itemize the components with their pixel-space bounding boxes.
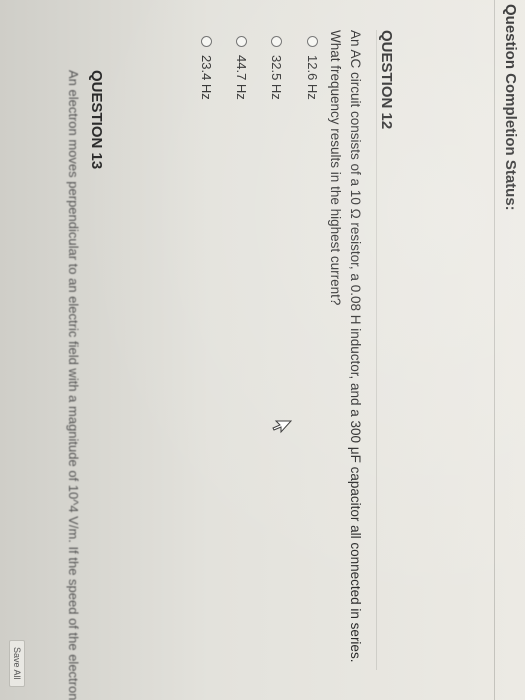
answer-option-label: 23.4 Hz [199,55,214,100]
answer-option-label: 12.6 Hz [305,55,320,100]
answer-option-2[interactable]: 32.5 Hz [269,36,284,100]
question-12-title: QUESTION 12 [378,30,395,130]
header-divider [494,0,495,700]
quiz-page: Question Completion Status: QUESTION 12 … [0,0,525,700]
answer-option-label: 32.5 Hz [269,55,284,100]
answer-option-label: 44.7 Hz [234,55,249,100]
radio-button-icon[interactable] [271,36,282,47]
answer-option-1[interactable]: 12.6 Hz [305,36,320,100]
question-divider [376,30,377,670]
save-all-button[interactable]: Save All [9,640,25,687]
question-13-title: QUESTION 13 [88,70,105,170]
answer-option-3[interactable]: 44.7 Hz [234,36,249,100]
radio-button-icon[interactable] [201,36,212,47]
screen: Question Completion Status: QUESTION 12 … [0,0,525,700]
question-12-text: An AC circuit consists of a 10 Ω resisto… [328,30,363,663]
question-13-text: An electron moves perpendicular to an el… [66,70,81,700]
completion-status-label: Question Completion Status: [502,4,519,211]
radio-button-icon[interactable] [307,36,318,47]
mouse-pointer-icon [267,420,293,434]
answer-option-4[interactable]: 23.4 Hz [199,36,214,100]
radio-button-icon[interactable] [236,36,247,47]
